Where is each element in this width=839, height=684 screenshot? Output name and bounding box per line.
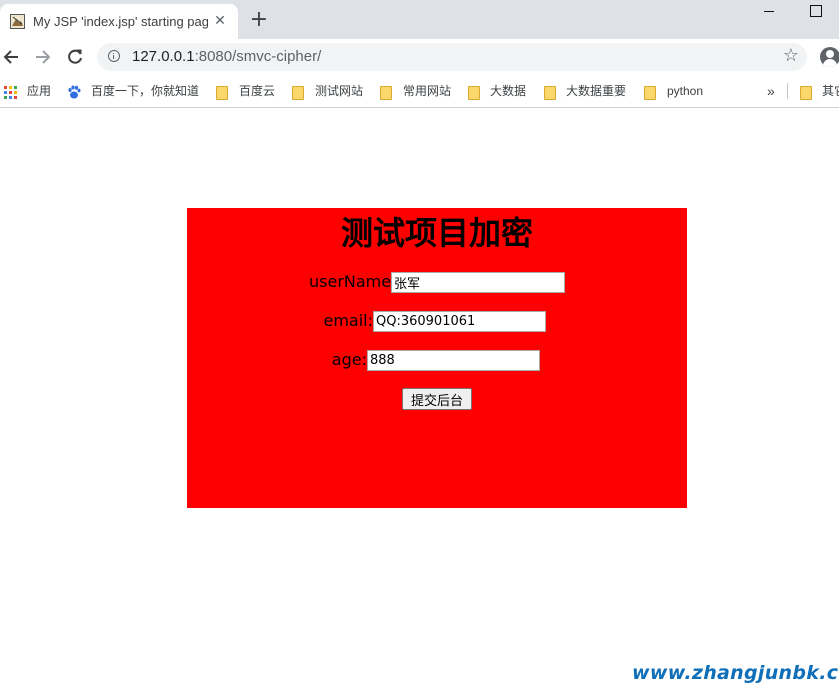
page-favicon-icon: [10, 14, 25, 29]
bookmark-apps[interactable]: 应用: [0, 81, 56, 101]
username-label: userName:: [309, 272, 397, 291]
info-icon[interactable]: [108, 50, 120, 62]
bookmark-label: 其它: [822, 84, 839, 98]
folder-icon: [216, 86, 228, 100]
browser-window: My JSP 'index.jsp' starting page ✕ + 127…: [0, 0, 839, 684]
tab-active[interactable]: My JSP 'index.jsp' starting page ✕: [0, 4, 238, 39]
bookmark-label: 大数据重要: [566, 84, 627, 98]
bookmark-folder-common-sites[interactable]: 常用网站: [380, 81, 456, 101]
new-tab-button[interactable]: +: [249, 9, 269, 31]
submit-button[interactable]: 提交后台: [402, 388, 472, 410]
bookmark-label: 常用网站: [403, 84, 452, 98]
close-tab-icon[interactable]: ✕: [212, 13, 228, 29]
email-label: email:: [323, 311, 373, 330]
bookmark-folder-test-sites[interactable]: 测试网站: [292, 81, 368, 101]
bookmark-folder-python[interactable]: python: [644, 81, 714, 101]
bookmarks-separator: [787, 83, 788, 99]
bookmark-label: 大数据: [490, 84, 527, 98]
reload-icon: [68, 49, 82, 64]
age-input[interactable]: [367, 350, 540, 371]
bookmark-baidu[interactable]: 百度一下，你就知道: [66, 81, 206, 101]
bookmark-label: 测试网站: [315, 84, 364, 98]
back-button[interactable]: [1, 46, 23, 68]
arrow-right-icon: [36, 50, 51, 64]
reload-button[interactable]: [64, 46, 86, 68]
bookmark-folder-other[interactable]: 其它: [800, 81, 839, 101]
url-text[interactable]: 127.0.0.1:8080/smvc-cipher/: [132, 48, 321, 65]
username-input[interactable]: [391, 272, 565, 293]
bookmark-label: python: [667, 84, 704, 98]
folder-icon: [380, 86, 392, 100]
profile-avatar-icon[interactable]: [820, 47, 839, 67]
watermark-text: www.zhangjunbk.com: [632, 662, 839, 684]
minimize-window-button[interactable]: [762, 4, 778, 18]
url-host: 127.0.0.1: [132, 48, 195, 65]
bookmark-folder-bigdata[interactable]: 大数据: [468, 81, 532, 101]
bookmark-star-icon[interactable]: ☆: [781, 46, 801, 66]
age-label: age:: [331, 350, 367, 369]
folder-icon: [292, 86, 304, 100]
tab-strip: My JSP 'index.jsp' starting page ✕ +: [0, 0, 839, 39]
form-title: 测试项目加密: [340, 214, 533, 252]
bookmarks-bar: 应用 百度一下，你就知道 百度云 测试网站 常用网站 大数据 大数据重要 pyt…: [0, 75, 839, 108]
bookmark-label: 百度云: [239, 84, 276, 98]
bookmark-folder-bigdata-important[interactable]: 大数据重要: [544, 81, 634, 101]
folder-icon: [800, 86, 812, 100]
bookmark-folder-baiduyun[interactable]: 百度云: [216, 81, 280, 101]
encryption-form: 测试项目加密 userName: email: age: 提交后台: [187, 208, 687, 508]
baidu-paw-icon: [68, 85, 81, 99]
forward-button[interactable]: [31, 46, 53, 68]
folder-icon: [468, 86, 480, 100]
folder-icon: [644, 86, 656, 100]
arrow-left-icon: [3, 50, 18, 64]
bookmarks-overflow-button[interactable]: »: [767, 81, 775, 101]
bookmark-label: 应用: [27, 84, 52, 98]
address-bar[interactable]: 127.0.0.1:8080/smvc-cipher/ ☆: [97, 43, 807, 71]
maximize-window-button[interactable]: [810, 5, 822, 17]
bookmark-label: 百度一下，你就知道: [91, 84, 200, 98]
folder-icon: [544, 86, 556, 100]
toolbar: 127.0.0.1:8080/smvc-cipher/ ☆: [0, 39, 839, 75]
page-content: 测试项目加密 userName: email: age: 提交后台 www.zh…: [0, 108, 839, 684]
tab-title: My JSP 'index.jsp' starting page: [33, 14, 208, 29]
url-path: :8080/smvc-cipher/: [194, 48, 322, 65]
apps-grid-icon: [4, 86, 17, 99]
email-input[interactable]: [373, 311, 546, 332]
